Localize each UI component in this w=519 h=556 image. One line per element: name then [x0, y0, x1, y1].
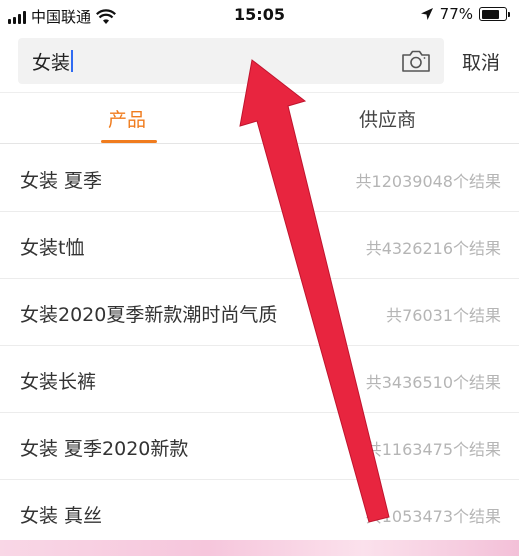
search-row: 女装 取消 [0, 36, 519, 86]
status-bar: 中国联通 15:05 77% [0, 0, 519, 30]
list-item[interactable]: 女装长裤 共3436510个结果 [0, 346, 519, 413]
result-count: 共12039048个结果 [343, 168, 501, 192]
suggestion-label: 女装长裤 [20, 371, 97, 393]
search-input[interactable]: 女装 [18, 38, 444, 84]
suggestion-label: 女装t恤 [20, 237, 85, 259]
tab-suppliers[interactable]: 供应商 [359, 105, 416, 132]
status-right: 77% [420, 5, 510, 23]
suggestion-label: 女装 真丝 [20, 505, 103, 527]
list-item[interactable]: 女装 真丝 共1053473个结果 [0, 480, 519, 547]
search-query[interactable]: 女装 [32, 48, 70, 75]
active-tab-indicator [101, 140, 157, 143]
list-item[interactable]: 女装 夏季 共12039048个结果 [0, 145, 519, 212]
battery-fill [481, 9, 500, 19]
result-count: 共1053473个结果 [353, 503, 501, 527]
result-count: 共3436510个结果 [353, 369, 501, 393]
suggestion-label: 女装2020夏季新款潮时尚气质 [20, 304, 278, 326]
suggestion-label: 女装 夏季 [20, 170, 103, 192]
list-item[interactable]: 女装 夏季2020新款 共1163475个结果 [0, 413, 519, 480]
tab-products[interactable]: 产品 [108, 105, 146, 132]
tab-bar: 产品 供应商 [0, 92, 519, 144]
result-count: 共1163475个结果 [353, 436, 501, 460]
bottom-banner-strip [0, 540, 519, 556]
list-item[interactable]: 女装2020夏季新款潮时尚气质 共76031个结果 [0, 279, 519, 346]
result-count: 共4326216个结果 [353, 235, 501, 259]
suggestion-list: 女装 夏季 共12039048个结果 女装t恤 共4326216个结果 女装20… [0, 145, 519, 547]
battery-icon [479, 7, 510, 21]
suggestion-label: 女装 夏季2020新款 [20, 438, 189, 460]
battery-percent: 77% [439, 5, 473, 23]
location-arrow-icon [420, 8, 433, 20]
result-count: 共76031个结果 [374, 302, 501, 326]
cancel-button[interactable]: 取消 [462, 48, 500, 75]
camera-icon[interactable] [400, 49, 432, 73]
text-cursor [71, 50, 74, 72]
list-item[interactable]: 女装t恤 共4326216个结果 [0, 212, 519, 279]
